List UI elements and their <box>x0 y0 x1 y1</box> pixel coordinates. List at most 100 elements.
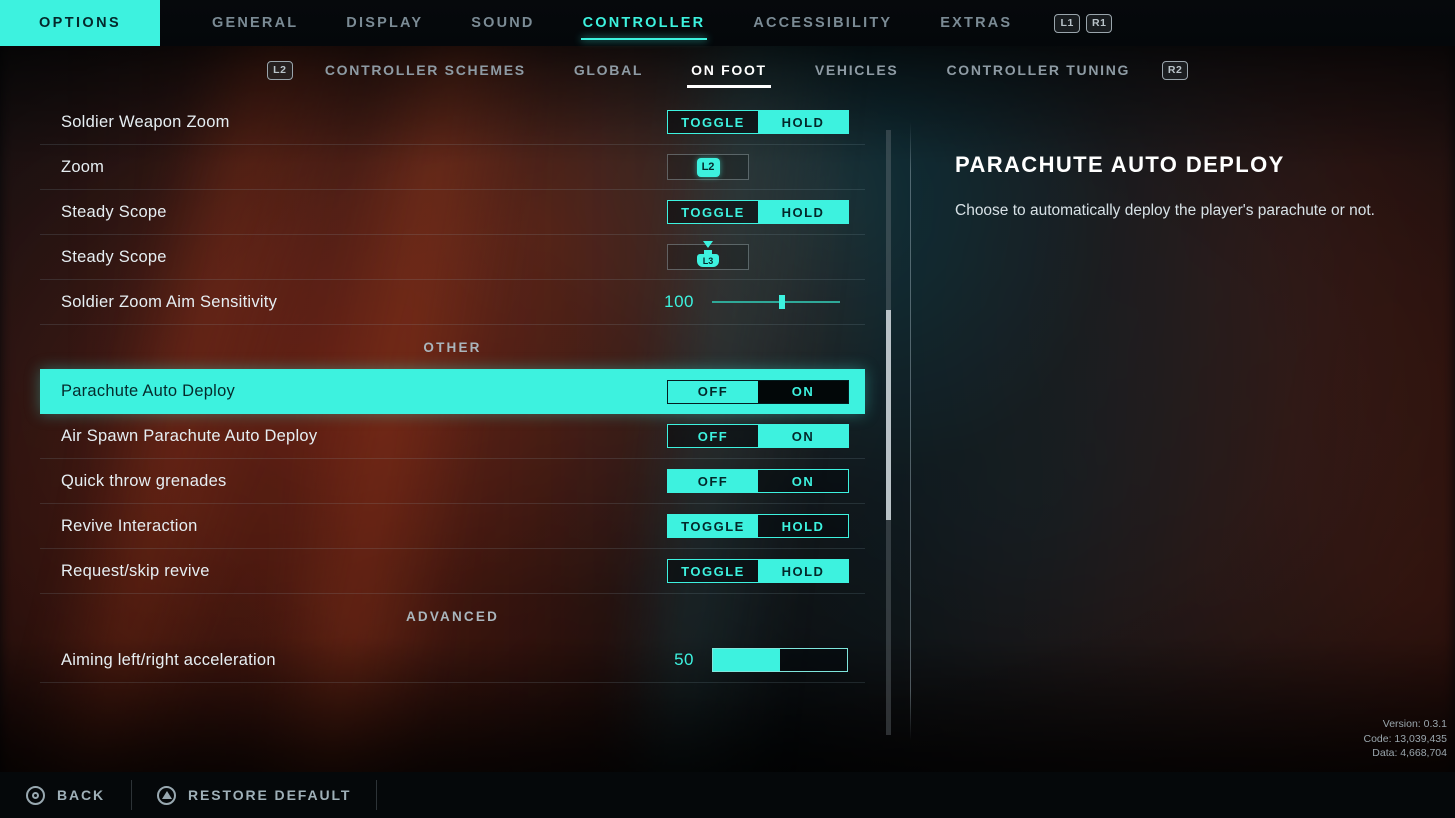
setting-control[interactable]: L3 <box>667 241 749 270</box>
code-line: Code: 13,039,435 <box>1363 732 1448 745</box>
setting-control[interactable]: 50 <box>648 648 848 672</box>
segmented-toggle[interactable]: TOGGLE HOLD <box>667 559 849 583</box>
segmented-toggle[interactable]: TOGGLE HOLD <box>667 514 849 538</box>
setting-row[interactable]: Quick throw grenades OFF ON <box>40 459 865 504</box>
toggle-option-off[interactable]: OFF <box>668 425 758 447</box>
tab-display[interactable]: DISPLAY <box>322 0 447 46</box>
settings-scrollbar[interactable] <box>886 130 891 735</box>
subtab-global[interactable]: GLOBAL <box>550 50 667 90</box>
setting-label: Steady Scope <box>61 247 167 266</box>
panel-divider <box>910 122 911 740</box>
segmented-toggle[interactable]: TOGGLE HOLD <box>667 200 849 224</box>
toggle-option-hold[interactable]: HOLD <box>758 201 848 223</box>
sub-tab-list: L2 CONTROLLER SCHEMES GLOBAL ON FOOT VEHICLE… <box>259 50 1196 90</box>
setting-control[interactable]: 100 <box>648 292 840 312</box>
setting-label: Parachute Auto Deploy <box>61 382 236 400</box>
setting-row[interactable]: Parachute Auto Deploy OFF ON <box>40 369 865 414</box>
setting-control[interactable]: OFF ON <box>667 469 849 493</box>
options-screen: OPTIONS GENERAL DISPLAY SOUND CONTROLLER ACC… <box>0 0 1455 818</box>
subtab-controller-schemes[interactable]: CONTROLLER SCHEMES <box>301 50 550 90</box>
description-panel: PARACHUTE AUTO DEPLOY Choose to automati… <box>955 152 1405 222</box>
tab-controller[interactable]: CONTROLLER <box>559 0 730 46</box>
toggle-option-hold[interactable]: HOLD <box>758 111 848 133</box>
key-binding-box[interactable]: L3 <box>667 241 749 270</box>
slider-track <box>712 301 840 303</box>
bar-slider-fill <box>713 649 780 671</box>
description-title: PARACHUTE AUTO DEPLOY <box>955 152 1285 177</box>
subtab-vehicles[interactable]: VEHICLES <box>791 50 923 90</box>
settings-list: Soldier Weapon Zoom TOGGLE HOLD Zoom L2 Stead… <box>0 100 880 683</box>
r1-badge-icon: R1 <box>1086 13 1113 33</box>
setting-row[interactable]: Air Spawn Parachute Auto Deploy OFF ON <box>40 414 865 459</box>
footer-button-label: BACK <box>57 787 106 803</box>
setting-control[interactable]: OFF ON <box>667 379 849 404</box>
r2-badge-icon: R2 <box>1162 60 1189 80</box>
setting-row[interactable]: Request/skip revive TOGGLE HOLD <box>40 549 865 594</box>
section-header-other: OTHER <box>423 339 482 355</box>
toggle-option-off[interactable]: OFF <box>668 470 758 492</box>
toggle-option-on[interactable]: ON <box>758 470 848 492</box>
setting-control[interactable]: TOGGLE HOLD <box>667 110 849 134</box>
tab-general[interactable]: GENERAL <box>188 0 322 46</box>
setting-control[interactable]: TOGGLE HOLD <box>667 514 849 538</box>
setting-row[interactable]: Aiming left/right acceleration 50 <box>40 638 865 683</box>
subtab-controller-tuning[interactable]: CONTROLLER TUNING <box>922 50 1154 90</box>
segmented-toggle[interactable]: OFF ON <box>667 469 849 493</box>
toggle-option-hold[interactable]: HOLD <box>758 560 848 582</box>
line-slider[interactable] <box>712 293 840 311</box>
main-tab-list: GENERAL DISPLAY SOUND CONTROLLER ACCESSIBILI… <box>160 0 1455 46</box>
triangle-button-icon <box>157 785 177 805</box>
footer-restore-default-button[interactable]: RESTORE DEFAULT <box>131 772 378 818</box>
circle-button-icon <box>26 785 45 805</box>
toggle-option-toggle[interactable]: TOGGLE <box>668 111 758 133</box>
toggle-option-toggle[interactable]: TOGGLE <box>668 560 758 582</box>
setting-label: Soldier Zoom Aim Sensitivity <box>61 292 278 311</box>
tab-accessibility[interactable]: ACCESSIBILITY <box>729 0 916 46</box>
toggle-option-off[interactable]: OFF <box>668 380 758 403</box>
toggle-option-on[interactable]: ON <box>758 381 848 403</box>
scrollbar-thumb[interactable] <box>886 310 891 520</box>
down-arrow-icon <box>703 241 713 248</box>
subtab-on-foot[interactable]: ON FOOT <box>667 50 791 90</box>
setting-label: Quick throw grenades <box>61 471 227 490</box>
setting-row[interactable]: Soldier Weapon Zoom TOGGLE HOLD <box>40 100 865 145</box>
segmented-toggle[interactable]: TOGGLE HOLD <box>667 110 849 134</box>
data-line: Data: 4,668,704 <box>1372 746 1447 759</box>
slider-handle[interactable] <box>779 295 786 309</box>
setting-control[interactable]: L2 <box>667 154 749 180</box>
setting-control[interactable]: TOGGLE HOLD <box>667 559 849 583</box>
setting-row[interactable]: Zoom L2 <box>40 145 865 190</box>
segmented-toggle[interactable]: OFF ON <box>667 379 849 404</box>
shoulder-button-badges: L1 R1 <box>1054 13 1113 33</box>
bar-slider[interactable] <box>712 648 848 672</box>
top-navigation-bar: OPTIONS GENERAL DISPLAY SOUND CONTROLLER ACC… <box>0 0 1455 46</box>
setting-control[interactable]: OFF ON <box>667 424 849 448</box>
setting-row[interactable]: Soldier Zoom Aim Sensitivity 100 <box>40 280 865 325</box>
options-title-tab: OPTIONS <box>0 0 160 46</box>
setting-label: Revive Interaction <box>61 516 198 535</box>
setting-row[interactable]: Steady Scope TOGGLE HOLD <box>40 190 865 235</box>
description-body: Choose to automatically deploy the playe… <box>955 202 1375 219</box>
l2-badge-icon: L2 <box>266 60 293 80</box>
footer-back-button[interactable]: BACK <box>0 772 131 818</box>
sub-navigation-bar: L2 CONTROLLER SCHEMES GLOBAL ON FOOT VEHICLE… <box>0 46 1455 94</box>
slider-value: 50 <box>674 650 694 669</box>
toggle-option-toggle[interactable]: TOGGLE <box>668 515 758 537</box>
toggle-option-toggle[interactable]: TOGGLE <box>668 201 758 223</box>
toggle-option-hold[interactable]: HOLD <box>758 515 848 537</box>
setting-row[interactable]: Steady Scope L3 <box>40 235 865 280</box>
key-binding-box[interactable]: L2 <box>667 154 749 180</box>
l3-stick-press-icon: L3 <box>695 241 721 270</box>
options-label: OPTIONS <box>38 15 122 31</box>
setting-label: Aiming left/right acceleration <box>61 650 276 669</box>
version-info: Version: 0.3.1 Code: 13,039,435 Data: 4,… <box>1364 717 1448 760</box>
setting-control[interactable]: TOGGLE HOLD <box>667 200 849 224</box>
setting-label: Zoom <box>61 157 105 176</box>
setting-row[interactable]: Revive Interaction TOGGLE HOLD <box>40 504 865 549</box>
setting-label: Steady Scope <box>61 202 167 221</box>
segmented-toggle[interactable]: OFF ON <box>667 424 849 448</box>
l2-button-icon: L2 <box>696 157 720 177</box>
tab-extras[interactable]: EXTRAS <box>916 0 1036 46</box>
tab-sound[interactable]: SOUND <box>447 0 558 46</box>
toggle-option-on[interactable]: ON <box>758 425 848 447</box>
